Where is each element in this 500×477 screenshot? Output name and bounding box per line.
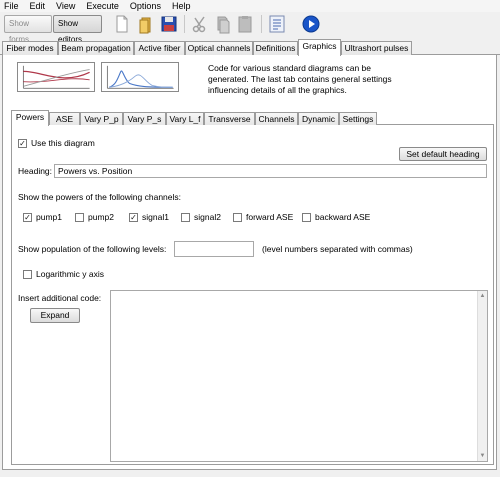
save-icon[interactable] <box>159 14 179 34</box>
cut-icon[interactable] <box>190 14 210 34</box>
signal1-checkbox[interactable]: ✓ <box>129 213 138 222</box>
tab-beam-propagation[interactable]: Beam propagation <box>58 41 134 55</box>
pump1-checkbox[interactable]: ✓ <box>23 213 32 222</box>
show-forms-button[interactable]: Show forms <box>4 15 52 44</box>
show-editors-button[interactable]: Show editors <box>53 15 102 44</box>
scroll-down-icon[interactable]: ▼ <box>479 452 486 460</box>
pump1-label: pump1 <box>36 212 62 222</box>
paste-icon[interactable] <box>235 14 255 34</box>
levels-hint: (level numbers separated with commas) <box>262 244 413 254</box>
graphics-description: Code for various standard diagrams can b… <box>208 63 392 95</box>
tab-fiber-modes[interactable]: Fiber modes <box>2 41 58 55</box>
levels-input[interactable] <box>174 241 254 257</box>
tab-settings[interactable]: Settings <box>339 112 377 125</box>
open-file-icon[interactable] <box>136 14 156 34</box>
additional-code-label: Insert additional code: <box>18 293 102 303</box>
menu-help[interactable]: Help <box>172 0 191 12</box>
graphics-panel: Code for various standard diagrams can b… <box>2 55 497 470</box>
use-diagram-label: Use this diagram <box>31 138 95 148</box>
scroll-up-icon[interactable]: ▲ <box>479 292 486 300</box>
tab-ultrashort-pulses[interactable]: Ultrashort pulses <box>341 41 412 55</box>
levels-label: Show population of the following levels: <box>18 244 167 254</box>
tab-definitions[interactable]: Definitions <box>253 41 298 55</box>
tab-channels[interactable]: Channels <box>255 112 298 125</box>
tab-powers[interactable]: Powers <box>11 110 49 126</box>
tab-graphics[interactable]: Graphics <box>298 39 341 56</box>
forward-ase-label: forward ASE <box>246 212 294 222</box>
tab-optical-channels[interactable]: Optical channels <box>185 41 253 55</box>
tab-ase[interactable]: ASE <box>49 112 80 125</box>
main-tab-bar: Fiber modes Beam propagation Active fibe… <box>0 39 500 56</box>
tab-transverse[interactable]: Transverse <box>204 112 255 125</box>
menu-file[interactable]: File <box>4 0 19 12</box>
run-icon[interactable] <box>301 14 321 34</box>
toolbar-separator <box>184 15 185 33</box>
tab-dynamic[interactable]: Dynamic <box>298 112 339 125</box>
powers-diagram-thumbnail <box>17 62 95 92</box>
menu-execute[interactable]: Execute <box>86 0 119 12</box>
heading-label: Heading: <box>18 166 53 176</box>
forward-ase-checkbox[interactable] <box>233 213 242 222</box>
toolbar-separator <box>261 15 262 33</box>
tab-vary-l-f[interactable]: Vary L_f <box>166 112 204 125</box>
log-y-checkbox[interactable] <box>23 270 32 279</box>
use-diagram-checkbox[interactable]: ✓ <box>18 139 27 148</box>
menu-view[interactable]: View <box>56 0 75 12</box>
expand-button[interactable]: Expand <box>30 308 80 323</box>
copy-icon[interactable] <box>212 14 232 34</box>
log-y-label: Logarithmic y axis <box>36 269 105 279</box>
backward-ase-label: backward ASE <box>315 212 371 222</box>
script-icon[interactable] <box>267 14 287 34</box>
channels-label: Show the powers of the following channel… <box>18 192 182 202</box>
ase-diagram-thumbnail <box>101 62 179 92</box>
additional-code-editor[interactable]: ▲ ▼ <box>110 290 488 462</box>
menu-edit[interactable]: Edit <box>30 0 46 12</box>
menu-options[interactable]: Options <box>130 0 161 12</box>
heading-input[interactable]: Powers vs. Position <box>54 164 487 178</box>
diagram-tab-bar: Powers ASE Vary P_p Vary P_s Vary L_f Tr… <box>11 110 494 126</box>
signal2-label: signal2 <box>194 212 221 222</box>
tab-vary-p-p[interactable]: Vary P_p <box>80 112 123 125</box>
pump2-label: pump2 <box>88 212 114 222</box>
powers-panel: ✓ Use this diagram Set default heading H… <box>11 125 494 465</box>
new-file-icon[interactable] <box>112 14 132 34</box>
toolbar: Show forms Show editors <box>0 12 500 44</box>
signal1-label: signal1 <box>142 212 169 222</box>
tab-vary-p-s[interactable]: Vary P_s <box>123 112 166 125</box>
pump2-checkbox[interactable] <box>75 213 84 222</box>
set-default-heading-button[interactable]: Set default heading <box>399 147 487 161</box>
menu-bar: File Edit View Execute Options Help <box>0 0 500 12</box>
backward-ase-checkbox[interactable] <box>302 213 311 222</box>
code-editor-scrollbar[interactable]: ▲ ▼ <box>477 291 487 461</box>
tab-active-fiber[interactable]: Active fiber <box>134 41 185 55</box>
signal2-checkbox[interactable] <box>181 213 190 222</box>
